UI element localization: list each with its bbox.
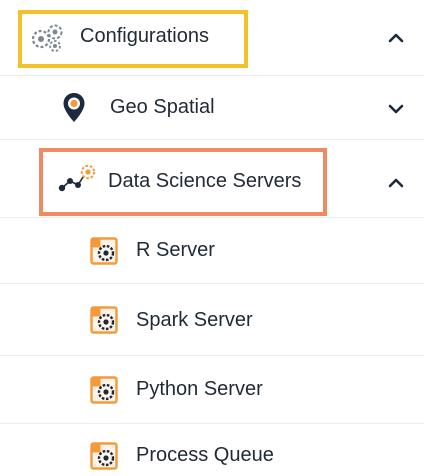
submenu-item-spark-server[interactable]: Spark Server [0, 284, 424, 356]
gears-icon [31, 24, 63, 52]
submenu-item-r-server[interactable]: R Server [0, 218, 424, 284]
chevron-up-icon[interactable] [383, 25, 409, 51]
menu-item-configurations[interactable]: Configurations [0, 0, 424, 76]
server-gear-icon [90, 376, 118, 404]
menu-item-data-science-servers-label: Data Science Servers [108, 170, 302, 192]
submenu-item-label: Spark Server [136, 309, 253, 331]
submenu-item-label: Process Queue [136, 444, 274, 466]
server-gear-icon [90, 237, 118, 265]
submenu-item-label: R Server [136, 239, 215, 261]
chevron-down-icon[interactable] [383, 96, 409, 122]
menu-item-geo-spatial[interactable]: Geo Spatial [0, 76, 424, 140]
chevron-up-icon[interactable] [383, 170, 409, 196]
submenu-item-label: Python Server [136, 378, 263, 400]
menu-item-configurations-label: Configurations [80, 25, 209, 47]
menu-item-data-science-servers[interactable]: Data Science Servers [0, 140, 424, 218]
submenu-item-python-server[interactable]: Python Server [0, 356, 424, 424]
menu-item-geo-spatial-label: Geo Spatial [110, 96, 215, 118]
data-science-icon [58, 164, 96, 192]
submenu-item-process-queue[interactable]: Process Queue [0, 424, 424, 476]
server-gear-icon [90, 442, 118, 470]
map-pin-icon [63, 93, 85, 122]
server-gear-icon [90, 306, 118, 334]
